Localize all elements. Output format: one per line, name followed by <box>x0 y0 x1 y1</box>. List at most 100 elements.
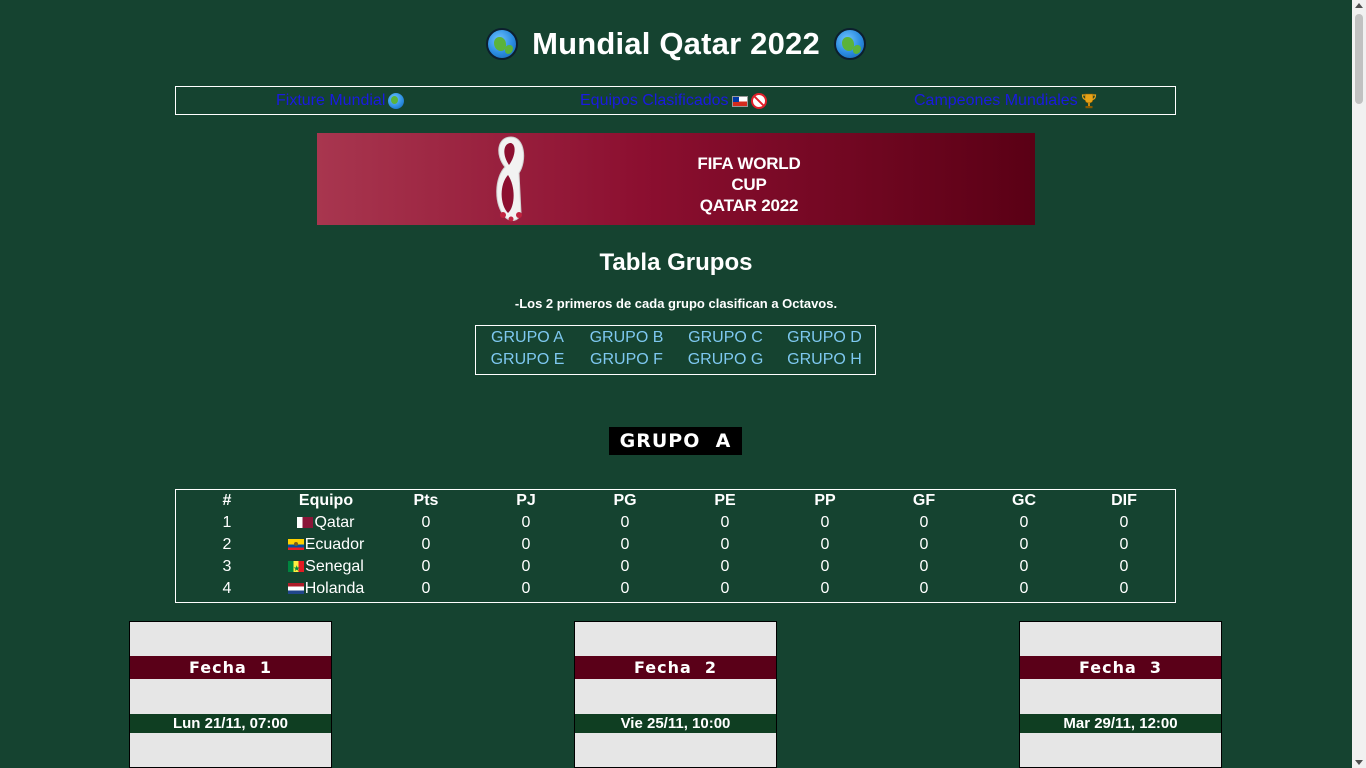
row-pp: 0 <box>820 558 830 575</box>
group-link-b[interactable]: GRUPO B <box>577 329 676 347</box>
group-link-g[interactable]: GRUPO G <box>676 351 775 369</box>
row-gf: 0 <box>919 514 929 531</box>
row-pp: 0 <box>820 580 830 597</box>
row-gf: 0 <box>919 580 929 597</box>
senegal-flag-icon <box>288 558 305 580</box>
column-header-pg: PG <box>613 492 637 509</box>
group-link-e[interactable]: GRUPO E <box>478 351 577 369</box>
nav-link-label: Campeones Mundiales <box>914 92 1078 109</box>
group-link-c[interactable]: GRUPO C <box>676 329 775 347</box>
scrollbar-thumb[interactable] <box>1355 14 1363 104</box>
row-pg: 0 <box>620 514 630 531</box>
globe-icon <box>388 93 405 109</box>
row-dif: 0 <box>1119 514 1129 531</box>
fecha-card-1: Fecha 1 Lun 21/11, 07:00 <box>129 621 332 768</box>
row-gf: 0 <box>919 536 929 553</box>
row-pts: 0 <box>421 558 431 575</box>
row-team: Qatar <box>276 512 376 534</box>
top-nav: Fixture Mundial Equipos Clasificados Cam… <box>175 86 1176 115</box>
row-pp: 0 <box>820 514 830 531</box>
row-gc: 0 <box>1019 514 1029 531</box>
row-gc: 0 <box>1019 536 1029 553</box>
row-pe: 0 <box>720 536 730 553</box>
ecuador-flag-icon <box>287 539 304 550</box>
trophy-icon <box>1081 93 1096 109</box>
row-pos: 3 <box>222 558 232 575</box>
row-dif: 0 <box>1119 536 1129 553</box>
column-header-team: Equipo <box>298 492 354 509</box>
group-link-h[interactable]: GRUPO H <box>775 351 874 369</box>
netherlands-flag-icon <box>287 583 304 594</box>
chile-flag-icon <box>731 95 748 107</box>
world-cup-emblem <box>496 136 525 222</box>
nav-link-equipos-clasificados[interactable]: Equipos Clasificados <box>580 92 767 110</box>
row-gc: 0 <box>1019 580 1029 597</box>
row-pts: 0 <box>421 514 431 531</box>
row-pp: 0 <box>820 536 830 553</box>
fecha-title: Fecha 3 <box>1020 656 1221 679</box>
column-header-pe: PE <box>714 492 736 509</box>
fecha-date: Vie 25/11, 10:00 <box>575 714 776 733</box>
no-entry-icon <box>750 93 767 109</box>
section-title: Tabla Grupos <box>599 249 753 276</box>
fecha-title: Fecha 2 <box>575 656 776 679</box>
fifa-world-cup-banner: FIFA WORLD CUP QATAR 2022 <box>317 133 1035 225</box>
fecha-title: Fecha 1 <box>130 656 331 679</box>
scroll-up-arrow-icon[interactable] <box>1355 3 1363 8</box>
row-pe: 0 <box>720 558 730 575</box>
row-pj: 0 <box>521 580 531 597</box>
vertical-scrollbar[interactable] <box>1352 0 1366 768</box>
team-name: Holanda <box>304 580 365 597</box>
qualification-note: -Los 2 primeros de cada grupo clasifican… <box>514 296 838 311</box>
row-pos: 4 <box>222 580 232 597</box>
group-link-a[interactable]: GRUPO A <box>478 329 577 347</box>
globe-icon <box>486 28 519 60</box>
group-header: GRUPO A <box>609 427 742 455</box>
row-pg: 0 <box>620 536 630 553</box>
row-pos: 1 <box>222 514 232 531</box>
nav-link-label: Fixture Mundial <box>276 92 386 109</box>
banner-line-2: QATAR 2022 <box>699 196 799 215</box>
banner-line-1: FIFA WORLD CUP <box>697 154 801 194</box>
row-gc: 0 <box>1019 558 1029 575</box>
row-pts: 0 <box>421 536 431 553</box>
nav-link-label: Equipos Clasificados <box>580 92 729 109</box>
group-link-d[interactable]: GRUPO D <box>775 329 874 347</box>
row-pos: 2 <box>222 536 232 553</box>
row-pg: 0 <box>620 558 630 575</box>
row-gf: 0 <box>919 558 929 575</box>
column-header-pp: PP <box>814 492 836 509</box>
banner-text: FIFA WORLD CUP QATAR 2022 <box>679 153 819 216</box>
nav-link-fixture-mundial[interactable]: Fixture Mundial <box>276 92 405 110</box>
column-header-pj: PJ <box>516 492 536 509</box>
globe-icon <box>833 28 866 60</box>
page-title: Mundial Qatar 2022 <box>532 26 820 61</box>
page: Mundial Qatar 2022 Fixture Mundial Equip… <box>0 0 1352 768</box>
fecha-card-3: Fecha 3 Mar 29/11, 12:00 <box>1019 621 1222 768</box>
team-name: Ecuador <box>304 536 365 553</box>
standings-table: # Equipo Pts PJ PG PE PP GF GC DIF 1 Qat… <box>175 489 1176 603</box>
team-name: Senegal <box>305 558 364 575</box>
page-header: Mundial Qatar 2022 <box>0 26 1352 62</box>
row-pe: 0 <box>720 580 730 597</box>
fecha-card-2: Fecha 2 Vie 25/11, 10:00 <box>574 621 777 768</box>
column-header-pos: # <box>222 492 232 509</box>
column-header-gf: GF <box>912 492 936 509</box>
group-links: GRUPO A GRUPO B GRUPO C GRUPO D GRUPO E … <box>475 325 876 375</box>
row-pe: 0 <box>720 514 730 531</box>
scroll-down-arrow-icon[interactable] <box>1355 760 1363 765</box>
qatar-flag-icon <box>297 517 314 528</box>
row-team: Senegal <box>276 556 376 580</box>
nav-link-campeones-mundiales[interactable]: Campeones Mundiales <box>914 92 1097 110</box>
row-dif: 0 <box>1119 580 1129 597</box>
row-team: Ecuador <box>276 534 376 556</box>
column-header-pts: Pts <box>413 492 439 509</box>
team-name: Qatar <box>314 514 355 531</box>
column-header-gc: GC <box>1012 492 1036 509</box>
column-header-dif: DIF <box>1111 492 1137 509</box>
fecha-date: Lun 21/11, 07:00 <box>130 714 331 733</box>
row-pg: 0 <box>620 580 630 597</box>
group-link-f[interactable]: GRUPO F <box>577 351 676 369</box>
row-pts: 0 <box>421 580 431 597</box>
row-team: Holanda <box>276 578 376 600</box>
